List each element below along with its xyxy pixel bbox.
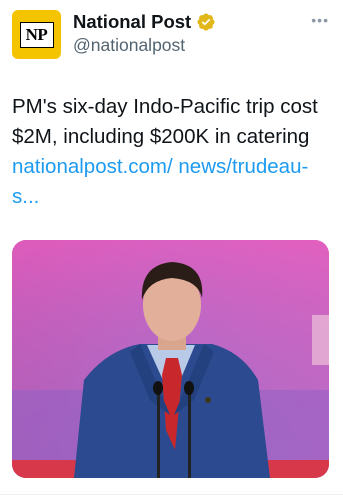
avatar-logo: NP: [19, 21, 54, 48]
photo-illustration: [12, 240, 329, 478]
account-avatar[interactable]: NP: [12, 10, 61, 59]
article-link[interactable]: nationalpost.com/ news/trudeau-s...: [12, 155, 308, 208]
divider: [0, 494, 343, 495]
verified-badge-icon: [197, 13, 215, 31]
tweet-body: PM's six-day Indo-Pacific trip cost $2M,…: [12, 95, 318, 148]
tweet-text: PM's six-day Indo-Pacific trip cost $2M,…: [12, 92, 332, 212]
more-options-icon[interactable]: •••: [311, 12, 329, 28]
display-name[interactable]: National Post: [73, 11, 191, 33]
article-link-line1: nationalpost.com/: [12, 155, 173, 178]
name-row: National Post: [73, 11, 216, 33]
account-handle[interactable]: @nationalpost: [73, 35, 185, 56]
tweet-media-image[interactable]: [12, 240, 329, 478]
tweet-header: NP National Post @nationalpost •••: [12, 10, 331, 60]
